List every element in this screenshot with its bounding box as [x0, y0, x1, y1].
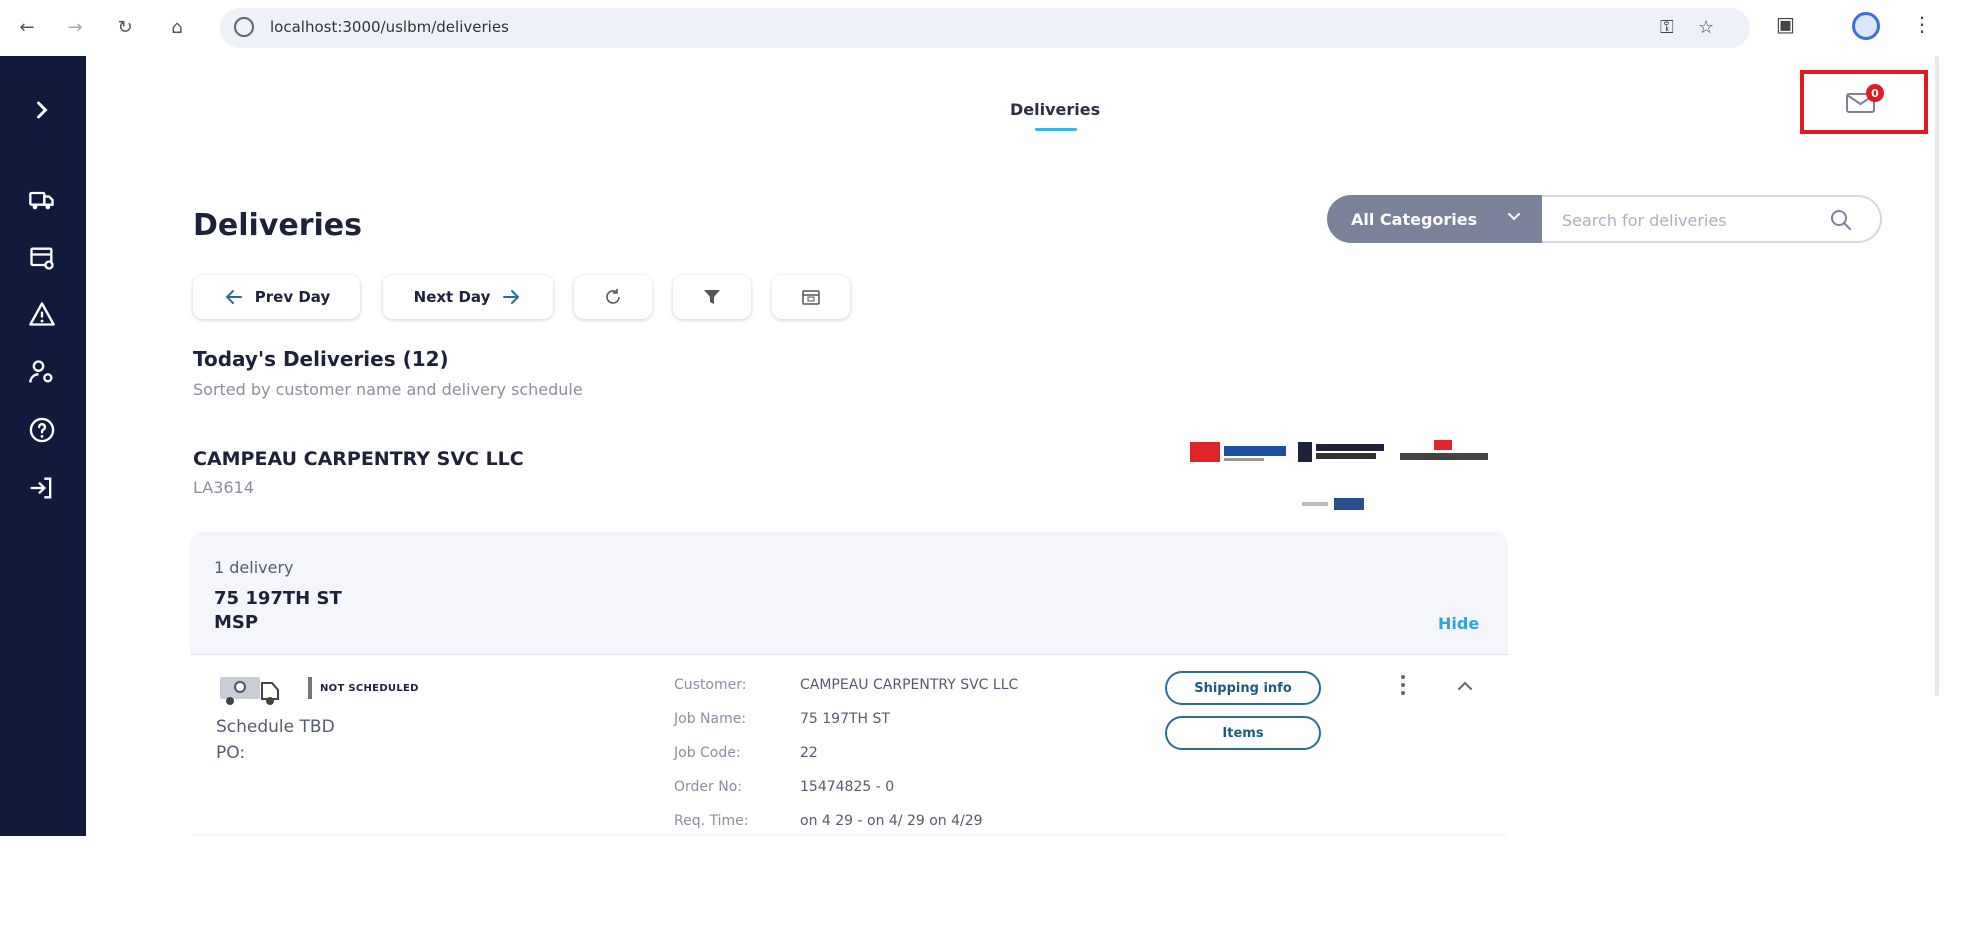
- page-title: Deliveries: [193, 208, 362, 243]
- arrow-left-icon: [225, 290, 242, 304]
- billing-icon[interactable]: [24, 242, 60, 274]
- filter-button[interactable]: [673, 275, 751, 319]
- po-text: PO:: [216, 743, 246, 763]
- next-day-label: Next Day: [413, 288, 491, 306]
- back-arrow-icon[interactable]: ←: [14, 14, 40, 40]
- address-bar[interactable]: localhost:3000/uslbm/deliveries ⚿ ☆: [220, 8, 1750, 48]
- field-value-customer: CAMPEAU CARPENTRY SVC LLC: [800, 677, 1019, 693]
- field-label-customer: Customer:: [674, 677, 747, 693]
- browser-toolbar: ← → ↻ ⌂ localhost:3000/uslbm/deliveries …: [0, 0, 1963, 56]
- category-select[interactable]: All Categories: [1327, 195, 1542, 243]
- extensions-icon[interactable]: ▣: [1776, 12, 1795, 36]
- customer-code: LA3614: [193, 478, 254, 497]
- url-text: localhost:3000/uslbm/deliveries: [270, 18, 509, 36]
- schedule-text: Schedule TBD: [216, 717, 335, 737]
- powered-by-logo: [1298, 498, 1378, 510]
- delivery-address-line2: MSP: [214, 612, 259, 633]
- items-button[interactable]: Items: [1165, 716, 1321, 750]
- search-icon[interactable]: [1828, 207, 1854, 233]
- brand-logo-1: [1190, 440, 1290, 466]
- hide-link[interactable]: Hide: [1438, 614, 1479, 633]
- calendar-button[interactable]: [772, 275, 850, 319]
- filter-icon: [704, 290, 720, 304]
- truck-icon[interactable]: [24, 184, 60, 216]
- refresh-icon: [606, 289, 620, 304]
- arrow-right-icon: [503, 290, 520, 304]
- next-day-button[interactable]: Next Day: [383, 275, 553, 319]
- blank-area: [0, 836, 1963, 925]
- home-icon[interactable]: ⌂: [164, 14, 190, 40]
- forward-arrow-icon[interactable]: →: [62, 14, 88, 40]
- sort-description: Sorted by customer name and delivery sch…: [193, 380, 583, 399]
- browser-menu-icon[interactable]: ⋮: [1912, 12, 1932, 36]
- shipping-info-button[interactable]: Shipping info: [1165, 671, 1321, 705]
- customer-name: CAMPEAU CARPENTRY SVC LLC: [193, 448, 524, 470]
- delivery-count: 1 delivery: [214, 558, 294, 577]
- expand-chevron-icon[interactable]: [24, 94, 60, 126]
- field-value-job-name: 75 197TH ST: [800, 711, 890, 727]
- reload-icon[interactable]: ↻: [112, 14, 138, 40]
- calendar-icon: [802, 290, 820, 305]
- brand-logo-3: [1396, 440, 1492, 466]
- delivery-address-line1: 75 197TH ST: [214, 588, 342, 609]
- notification-badge: 0: [1866, 84, 1884, 102]
- scrollbar-track[interactable]: [1935, 56, 1939, 696]
- more-options-icon[interactable]: [1398, 673, 1408, 697]
- prev-day-button[interactable]: Prev Day: [193, 275, 360, 319]
- profile-avatar[interactable]: [1852, 12, 1880, 40]
- todays-deliveries-title: Today's Deliveries (12): [193, 347, 449, 371]
- active-tab-indicator: [1035, 128, 1077, 131]
- search-input[interactable]: [1562, 209, 1822, 231]
- delivery-item: NOT SCHEDULED Schedule TBD PO: Customer:…: [190, 654, 1508, 834]
- status-indicator: [308, 677, 312, 699]
- field-value-job-code: 22: [800, 745, 818, 761]
- star-icon[interactable]: ☆: [1698, 17, 1714, 38]
- refresh-button[interactable]: [574, 275, 652, 319]
- warning-icon[interactable]: [24, 298, 60, 330]
- site-info-icon[interactable]: [234, 17, 254, 37]
- brand-logos: [1180, 440, 1500, 510]
- chevron-up-icon[interactable]: [1456, 679, 1474, 693]
- prev-day-label: Prev Day: [254, 288, 331, 306]
- field-label-order-no: Order No:: [674, 779, 742, 795]
- field-label-req-time: Req. Time:: [674, 813, 749, 829]
- key-icon[interactable]: ⚿: [1660, 17, 1674, 38]
- nav-tab-deliveries[interactable]: Deliveries: [1010, 100, 1100, 119]
- category-select-label: All Categories: [1351, 209, 1478, 229]
- field-label-job-name: Job Name:: [674, 711, 747, 727]
- help-icon[interactable]: [24, 414, 60, 446]
- status-badge: NOT SCHEDULED: [320, 683, 419, 694]
- sidebar: [0, 56, 86, 836]
- delivery-truck-icon: [220, 677, 279, 705]
- field-value-req-time: on 4 29 - on 4/ 29 on 4/29: [800, 813, 983, 829]
- field-value-order-no: 15474825 - 0: [800, 779, 895, 795]
- field-label-job-code: Job Code:: [674, 745, 741, 761]
- user-settings-icon[interactable]: [24, 356, 60, 388]
- brand-logo-2: [1298, 440, 1388, 466]
- chevron-down-icon: [1508, 213, 1520, 221]
- search-container: [1542, 195, 1882, 243]
- logout-icon[interactable]: [24, 472, 60, 504]
